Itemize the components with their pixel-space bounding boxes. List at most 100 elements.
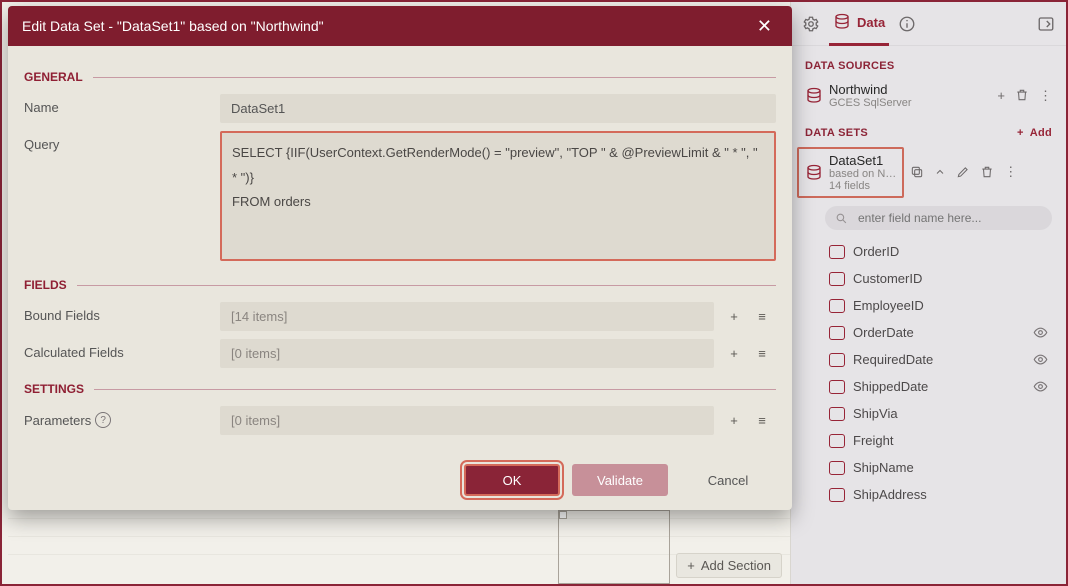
cancel-button[interactable]: Cancel [680,464,776,496]
field-name: ShippedDate [853,379,928,394]
tab-data[interactable]: Data [829,2,889,46]
selection-box[interactable] [558,510,670,584]
field-name: Freight [853,433,893,448]
parameters-label: Parameters [24,413,91,428]
section-fields: FIELDS [24,278,67,292]
field-name: RequiredDate [853,352,933,367]
field-name: CustomerID [853,271,922,286]
tab-data-label: Data [857,15,885,30]
modal-title-text: Edit Data Set - "DataSet1" based on "Nor… [22,18,324,34]
field-type-icon [829,461,845,475]
add-icon[interactable]: + [997,88,1005,104]
field-list: OrderID CustomerID EmployeeID OrderDate Requ… [791,236,1066,510]
bound-fields-label: Bound Fields [24,302,220,323]
plus-icon: + [1017,127,1024,139]
copy-icon[interactable] [910,165,924,179]
field-type-icon [829,434,845,448]
name-label: Name [24,94,220,115]
datasource-sub: GCES SqlServer [829,97,912,109]
field-item[interactable]: OrderID [825,238,1052,265]
collapse-panel-icon[interactable] [1036,14,1056,34]
field-item[interactable]: OrderDate [825,319,1052,346]
field-search-input[interactable] [856,210,1042,226]
close-icon[interactable]: ✕ [751,13,778,39]
field-type-icon [829,353,845,367]
add-dataset-label: Add [1030,127,1052,139]
database-icon [805,87,823,105]
field-name: OrderID [853,244,899,259]
field-item[interactable]: EmployeeID [825,292,1052,319]
dataset-sub2: 14 fields [829,180,896,192]
trash-icon[interactable] [980,165,994,179]
help-icon[interactable]: ? [95,412,111,428]
parameters-display[interactable] [220,406,714,435]
calc-fields-label: Calculated Fields [24,339,220,360]
data-sources-title: DATA SOURCES [791,46,1066,78]
trash-icon[interactable] [1015,88,1029,104]
eye-icon[interactable] [1033,379,1048,394]
right-panel-header: Data [791,2,1066,46]
add-section-button[interactable]: + Add Section [676,553,782,578]
field-name: ShipVia [853,406,898,421]
field-search[interactable] [825,206,1052,230]
dataset-item[interactable]: DataSet1 based on N… 14 fields [797,147,904,198]
field-type-icon [829,380,845,394]
edit-dataset-modal: Edit Data Set - "DataSet1" based on "Nor… [8,6,792,510]
more-icon[interactable]: ⋮ [1004,164,1017,180]
field-type-icon [829,272,845,286]
field-type-icon [829,299,845,313]
ok-button[interactable]: OK [464,464,560,496]
right-panel: Data DATA SOURCES Northwind GCES SqlServ… [790,2,1066,584]
field-item[interactable]: CustomerID [825,265,1052,292]
field-item[interactable]: RequiredDate [825,346,1052,373]
field-name: OrderDate [853,325,914,340]
dataset-name: DataSet1 [829,153,896,168]
field-type-icon [829,488,845,502]
eye-icon[interactable] [1033,325,1048,340]
data-sets-header: DATA SETS + Add [791,113,1066,145]
add-parameter-icon[interactable]: + [720,406,748,434]
field-type-icon [829,407,845,421]
menu-icon[interactable]: ≡ [748,406,776,434]
section-settings: SETTINGS [24,382,84,396]
edit-icon[interactable] [956,165,970,179]
chevron-up-icon[interactable] [934,166,946,178]
field-item[interactable]: ShipAddress [825,481,1052,508]
add-section-label: Add Section [701,558,771,573]
menu-icon[interactable]: ≡ [748,339,776,367]
field-item[interactable]: Freight [825,427,1052,454]
field-type-icon [829,245,845,259]
query-textarea[interactable] [220,131,776,261]
field-item[interactable]: ShipVia [825,400,1052,427]
database-icon [833,13,851,31]
datasource-name: Northwind [829,82,912,97]
field-name: ShipName [853,460,914,475]
eye-icon[interactable] [1033,352,1048,367]
bound-fields-display[interactable] [220,302,714,331]
query-label: Query [24,131,220,152]
field-name: ShipAddress [853,487,927,502]
search-icon [835,212,848,225]
canvas-grid [8,512,790,572]
add-dataset-button[interactable]: + Add [1017,127,1052,139]
add-calc-field-icon[interactable]: + [720,339,748,367]
datasource-row[interactable]: Northwind GCES SqlServer + ⋮ [791,78,1066,113]
field-item[interactable]: ShipName [825,454,1052,481]
section-general: GENERAL [24,70,83,84]
add-bound-field-icon[interactable]: + [720,302,748,330]
plus-icon: + [687,558,695,573]
data-sets-title: DATA SETS [805,127,868,139]
more-icon[interactable]: ⋮ [1039,88,1052,104]
menu-icon[interactable]: ≡ [748,302,776,330]
modal-titlebar: Edit Data Set - "DataSet1" based on "Nor… [8,6,792,46]
gear-icon[interactable] [801,14,821,34]
field-item[interactable]: ShippedDate [825,373,1052,400]
field-type-icon [829,326,845,340]
field-name: EmployeeID [853,298,924,313]
calc-fields-display[interactable] [220,339,714,368]
dataset-sub: based on N… [829,168,896,180]
validate-button[interactable]: Validate [572,464,668,496]
info-icon[interactable] [897,14,917,34]
dataset-icon [805,164,823,182]
name-input[interactable] [220,94,776,123]
